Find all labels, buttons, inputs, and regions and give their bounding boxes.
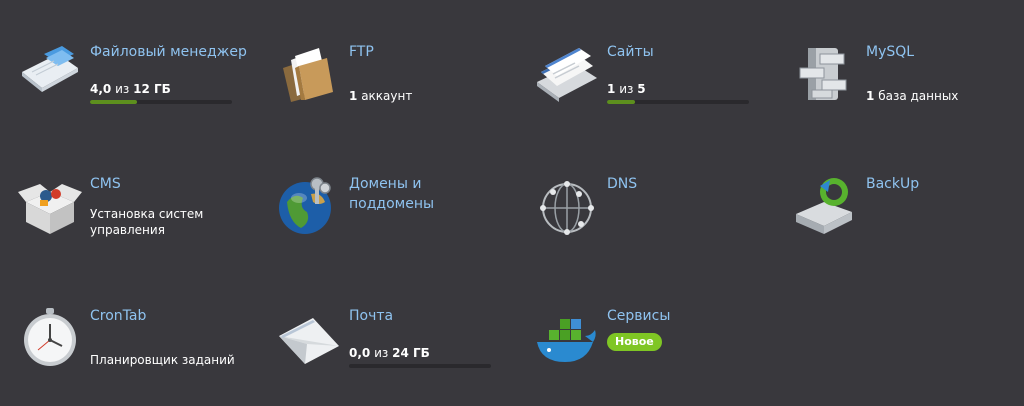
usage-used: 1 (607, 82, 616, 96)
cms-box-icon (18, 174, 82, 238)
tile-title[interactable]: MySQL (866, 42, 1024, 62)
usage-progress-bar (607, 100, 749, 104)
usage-progress-fill (607, 100, 636, 104)
tile-title[interactable]: BackUp (866, 174, 1024, 194)
usage-progress-bar (349, 364, 491, 368)
tile-mysql[interactable]: MySQL 1 база данных (794, 42, 1024, 142)
tile-dns[interactable]: DNS (535, 174, 775, 274)
websites-icon (535, 42, 599, 106)
tile-title[interactable]: CMS (90, 174, 250, 194)
tile-description: Установка систем управления (90, 207, 204, 237)
tile-mail[interactable]: Почта 0,0 из 24 ГБ (277, 306, 517, 406)
tile-title[interactable]: DNS (607, 174, 767, 194)
tile-title[interactable]: Файловый менеджер (90, 42, 250, 62)
usage-text: 0,0 из 24 ГБ (349, 345, 519, 361)
ftp-folder-icon (277, 42, 341, 106)
count-text: 1 база данных (866, 88, 1024, 104)
globe-keys-icon (277, 174, 341, 238)
usage-text: 1 из 5 (607, 81, 777, 97)
tile-backup[interactable]: BackUp (794, 174, 1024, 274)
backup-drive-icon (794, 174, 858, 238)
usage-separator: из (374, 346, 389, 360)
usage-separator: из (115, 82, 130, 96)
tile-services[interactable]: Сервисы Новое (535, 306, 775, 406)
tile-sites[interactable]: Сайты 1 из 5 (535, 42, 775, 142)
tile-title[interactable]: FTP (349, 42, 509, 62)
usage-text: 4,0 из 12 ГБ (90, 81, 260, 97)
mail-envelope-icon (277, 306, 341, 370)
tile-file-manager[interactable]: Файловый менеджер 4,0 из 12 ГБ (18, 42, 258, 142)
count-value: 1 (349, 89, 358, 103)
tile-title[interactable]: Домены и поддомены (349, 174, 509, 214)
database-icon (794, 42, 858, 106)
tile-domains[interactable]: Домены и поддомены (277, 174, 517, 274)
usage-total: 12 ГБ (133, 82, 171, 96)
tile-title[interactable]: Сайты (607, 42, 767, 62)
dns-network-icon (535, 174, 599, 238)
tile-title[interactable]: Сервисы (607, 306, 767, 326)
usage-total: 5 (637, 82, 646, 96)
usage-progress-fill (90, 100, 137, 104)
tile-ftp[interactable]: FTP 1 аккаунт (277, 42, 517, 142)
new-badge: Новое (607, 333, 662, 351)
tile-crontab[interactable]: CronTab Планировщик заданий (18, 306, 258, 406)
tile-title[interactable]: Почта (349, 306, 509, 326)
count-label: аккаунт (361, 89, 413, 103)
clock-icon (18, 306, 82, 370)
tile-description: Планировщик заданий (90, 353, 235, 367)
count-value: 1 (866, 89, 875, 103)
file-manager-icon (18, 42, 82, 106)
usage-used: 0,0 (349, 346, 371, 360)
count-label: база данных (878, 89, 959, 103)
tile-cms[interactable]: CMS Установка систем управления (18, 174, 258, 274)
count-text: 1 аккаунт (349, 88, 519, 104)
usage-total: 24 ГБ (392, 346, 430, 360)
usage-progress-bar (90, 100, 232, 104)
docker-whale-icon (535, 306, 599, 370)
usage-separator: из (619, 82, 634, 96)
tile-title[interactable]: CronTab (90, 306, 250, 326)
usage-used: 4,0 (90, 82, 112, 96)
